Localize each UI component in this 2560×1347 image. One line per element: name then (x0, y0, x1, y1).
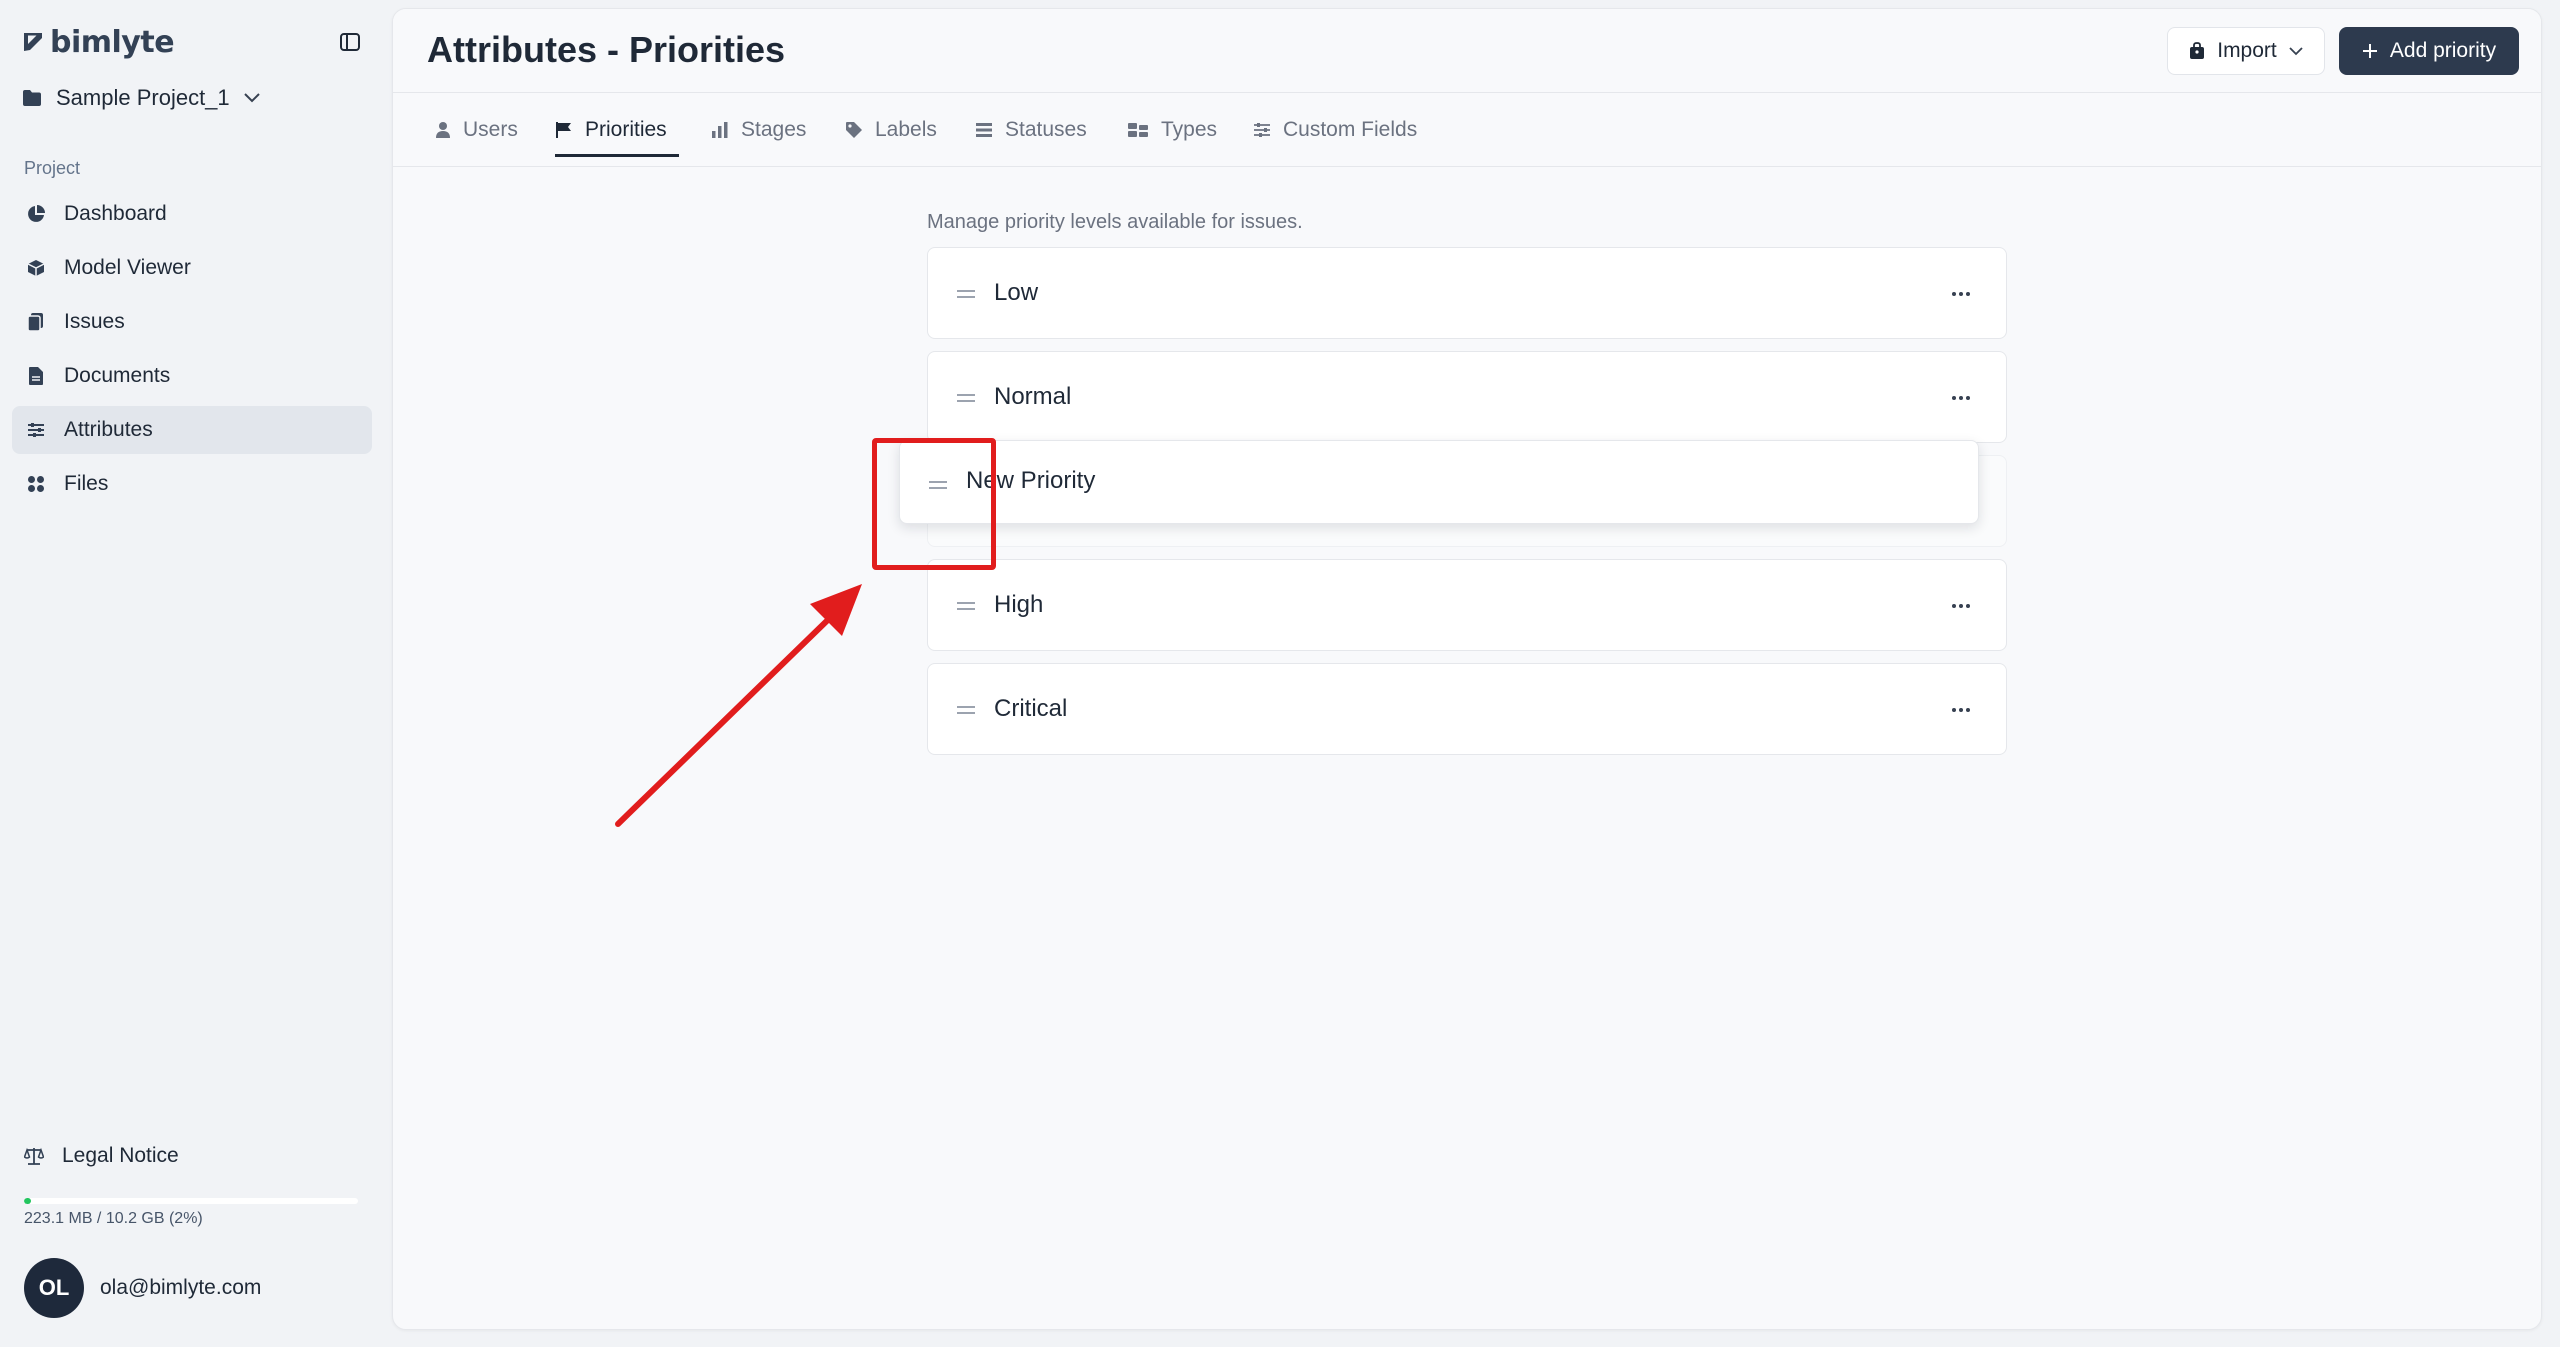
page-description: Manage priority levels available for iss… (927, 211, 1303, 233)
flag-icon (556, 122, 571, 138)
tab-label: Custom Fields (1283, 118, 1418, 141)
drag-handle-icon[interactable] (956, 702, 976, 720)
sidebar-panel-icon (340, 33, 360, 51)
bag-icon (2190, 42, 2205, 59)
legal-notice-link[interactable]: Legal Notice (24, 1144, 179, 1168)
drag-handle-icon[interactable] (956, 286, 976, 304)
more-options-icon[interactable] (1946, 698, 1976, 722)
sidebar-item-documents[interactable]: Documents (12, 352, 372, 400)
sidebar-item-label: Files (64, 472, 109, 495)
scale-icon (24, 1147, 44, 1165)
tab-statuses[interactable]: Statuses (975, 93, 1087, 167)
brand-logo[interactable]: bimlyte (22, 24, 175, 60)
add-priority-label: Add priority (2389, 39, 2497, 62)
brand-name: bimlyte (50, 24, 175, 60)
drag-handle-icon[interactable] (956, 390, 976, 408)
sidebar-item-model-viewer[interactable]: Model Viewer (12, 244, 372, 292)
priority-row-normal[interactable]: Normal (927, 351, 2007, 443)
sidebar-item-dashboard[interactable]: Dashboard (12, 190, 372, 238)
priority-label: Normal (994, 383, 1072, 410)
section-label-project: Project (24, 158, 81, 178)
tab-custom-fields[interactable]: Custom Fields (1253, 93, 1417, 167)
page-title: Attributes - Priorities (427, 29, 786, 70)
sidebar: bimlyte Sample Project_1 Project Dashboa… (0, 0, 390, 1347)
tab-types[interactable]: Types (1127, 93, 1217, 167)
tab-labels[interactable]: Labels (845, 93, 937, 167)
tab-label: Priorities (585, 118, 667, 141)
tag-icon (846, 122, 862, 138)
plus-icon (2362, 44, 2377, 58)
priority-label: High (994, 591, 1044, 618)
tab-label: Statuses (1005, 118, 1087, 141)
folder-icon (23, 90, 41, 106)
import-button[interactable]: Import (2167, 27, 2325, 75)
chevron-down-icon (243, 93, 260, 103)
grid-icon (26, 474, 46, 494)
user-icon (436, 122, 450, 138)
priority-row-critical[interactable]: Critical (927, 663, 2007, 755)
project-name: Sample Project_1 (56, 85, 230, 110)
page-header: Attributes - Priorities Import Add prior… (393, 9, 2541, 93)
chevron-down-icon (2289, 46, 2303, 55)
main-panel: Attributes - Priorities Import Add prior… (392, 8, 2542, 1330)
tab-priorities[interactable]: Priorities (555, 93, 679, 167)
sidebar-nav: Dashboard Model Viewer Issues Documents … (12, 190, 372, 514)
logo-row: bimlyte (22, 20, 368, 64)
avatar: OL (24, 1258, 84, 1318)
sidebar-item-issues[interactable]: Issues (12, 298, 372, 346)
bar-chart-icon (712, 122, 728, 138)
sidebar-item-label: Documents (64, 364, 171, 387)
tab-label: Users (463, 118, 518, 141)
tab-users[interactable]: Users (435, 93, 518, 167)
priority-row-low[interactable]: Low (927, 247, 2007, 339)
sidebar-item-label: Model Viewer (64, 256, 191, 279)
storage-usage-text: 223.1 MB / 10.2 GB (2%) (24, 1210, 203, 1227)
priority-label: Critical (994, 695, 1068, 722)
legal-notice-label: Legal Notice (62, 1144, 179, 1167)
clipboard-icon (26, 312, 46, 332)
sidebar-item-label: Dashboard (64, 202, 167, 225)
more-options-icon[interactable] (1946, 282, 1976, 306)
storage-usage-bar (24, 1198, 358, 1204)
bimlyte-logo-icon (24, 33, 42, 51)
tab-bar: Users Priorities Stages Labels Statuses … (393, 93, 2541, 167)
cube-icon (26, 258, 46, 278)
sidebar-item-attributes[interactable]: Attributes (12, 406, 372, 454)
tab-label: Types (1161, 118, 1218, 141)
tab-label: Labels (875, 118, 937, 141)
sliders-icon (1254, 123, 1270, 137)
types-icon (1128, 123, 1148, 137)
annotation-highlight-box (872, 438, 996, 570)
pie-chart-icon (26, 204, 46, 224)
sidebar-item-files[interactable]: Files (12, 460, 372, 508)
sidebar-item-label: Issues (64, 310, 125, 333)
priority-label: Low (994, 279, 1039, 306)
sliders-icon (26, 420, 46, 440)
user-email: ola@bimlyte.com (100, 1276, 262, 1299)
user-menu[interactable]: OL ola@bimlyte.com (24, 1258, 261, 1318)
add-priority-button[interactable]: Add priority (2339, 27, 2519, 75)
tab-label: Stages (741, 118, 807, 141)
list-icon (976, 123, 992, 137)
priority-row-high[interactable]: High (927, 559, 2007, 651)
dragging-priority-row[interactable]: New Priority (899, 440, 1979, 524)
project-selector[interactable]: Sample Project_1 (22, 78, 260, 118)
sidebar-item-label: Attributes (64, 418, 153, 441)
drag-handle-icon[interactable] (956, 598, 976, 616)
sidebar-toggle-button[interactable] (332, 24, 368, 60)
import-label: Import (2217, 39, 2277, 62)
more-options-icon[interactable] (1946, 386, 1976, 410)
more-options-icon[interactable] (1946, 594, 1976, 618)
document-icon (26, 366, 46, 386)
tab-stages[interactable]: Stages (711, 93, 806, 167)
storage-usage-fill (24, 1198, 31, 1204)
